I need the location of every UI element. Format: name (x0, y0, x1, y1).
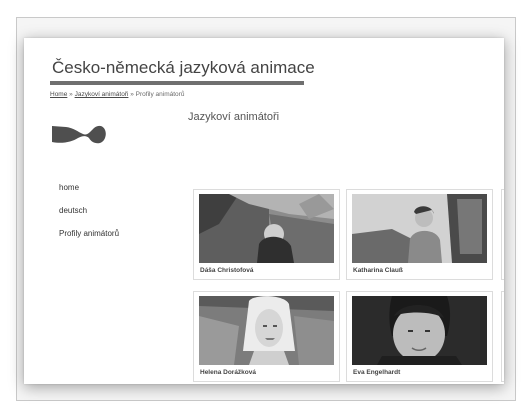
web-page: Česko-německá jazyková animace Home » Ja… (24, 38, 504, 384)
profile-card[interactable]: Helena Dorážková (193, 291, 340, 382)
logo-icon (52, 122, 106, 153)
profile-card-partial (501, 291, 504, 382)
profile-card-partial (501, 189, 504, 280)
profile-photo (199, 296, 334, 365)
breadcrumb-home-link[interactable]: Home (50, 91, 67, 98)
title-underline (50, 81, 304, 85)
profile-card[interactable]: Dáša Christofová (193, 189, 340, 280)
profile-card[interactable]: Katharina Clauß (346, 189, 493, 280)
profile-photo (352, 296, 487, 365)
nav-item-profiles[interactable]: Profily animátorů (59, 229, 119, 238)
page-heading: Jazykoví animátoři (188, 111, 280, 123)
profile-card[interactable]: Eva Engelhardt (346, 291, 493, 382)
site-title: Česko-německá jazyková animace (52, 58, 315, 77)
sidebar-nav: home deutsch Profily animátorů (59, 183, 119, 252)
profile-photo (199, 194, 334, 263)
profile-name: Katharina Clauß (353, 267, 403, 274)
breadcrumb-separator: » (69, 91, 73, 98)
breadcrumb: Home » Jazykoví animátoři » Profily anim… (50, 91, 184, 98)
nav-item-home[interactable]: home (59, 183, 119, 192)
breadcrumb-animators-link[interactable]: Jazykoví animátoři (75, 91, 129, 98)
nav-item-deutsch[interactable]: deutsch (59, 206, 119, 215)
breadcrumb-separator: » (130, 91, 134, 98)
breadcrumb-current: Profily animátorů (135, 91, 185, 98)
profile-name: Eva Engelhardt (353, 369, 401, 376)
profile-name: Helena Dorážková (200, 369, 256, 376)
profile-name: Dáša Christofová (200, 267, 254, 274)
profile-photo (352, 194, 487, 263)
